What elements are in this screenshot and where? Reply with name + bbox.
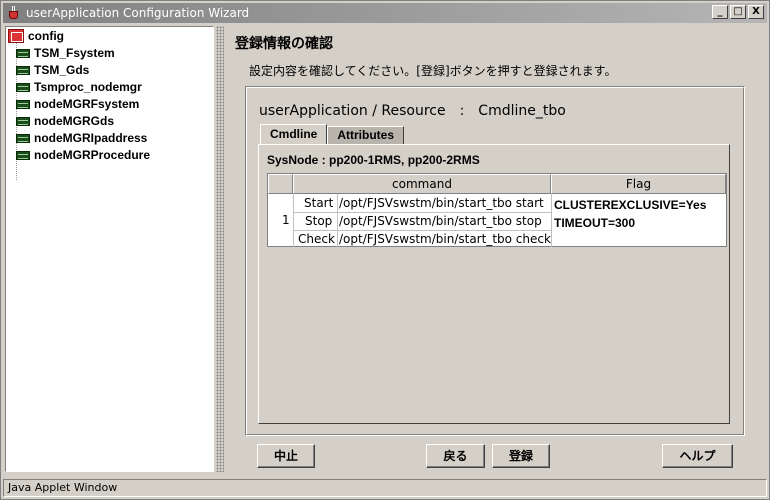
tree-item-label: nodeMGRIpaddress [34, 131, 148, 145]
tree-item-label: nodeMGRFsystem [34, 97, 140, 111]
command-table: command Flag 1 Start /opt/FJSVswstm/bin/… [267, 173, 727, 247]
table-cell-flag[interactable]: CLUSTEREXCLUSIVE=Yes [554, 197, 706, 213]
register-button[interactable]: 登録 [492, 444, 550, 468]
table-cell-command[interactable]: /opt/FJSVswstm/bin/start_tbo start [339, 195, 544, 211]
tree-item-nodemgripaddress[interactable]: nodeMGRIpaddress [16, 130, 147, 146]
resource-icon [16, 150, 30, 160]
tree-item-label: TSM_Gds [34, 63, 90, 77]
resource-icon [16, 65, 30, 75]
tree-root-label: config [28, 29, 64, 43]
tree-item-tsmproc-nodemgr[interactable]: Tsmproc_nodemgr [16, 79, 142, 95]
tree-item-tsm-fsystem[interactable]: TSM_Fsystem [16, 45, 115, 61]
resource-icon [16, 99, 30, 109]
window-title: userApplication Configuration Wizard [26, 6, 250, 20]
resource-panel: userApplication / Resource : Cmdline_tbo… [245, 86, 745, 436]
table-cell-type[interactable]: Check [298, 231, 335, 247]
resource-icon [16, 82, 30, 92]
config-tree: config TSM_Fsystem TSM_Gds Tsmproc_nodem… [5, 26, 214, 472]
maximize-button[interactable]: □ [730, 5, 746, 19]
resource-title: userApplication / Resource : Cmdline_tbo [259, 103, 566, 119]
sysnode-label: SysNode : pp200-1RMS, pp200-2RMS [267, 153, 480, 167]
minimize-button[interactable]: _ [712, 5, 728, 19]
table-header-index[interactable] [268, 174, 293, 194]
split-pane-divider[interactable] [216, 26, 224, 472]
tree-item-nodemgrfsystem[interactable]: nodeMGRFsystem [16, 96, 139, 112]
instruction-text: 設定内容を確認してください。[登録]ボタンを押すと登録されます。 [249, 64, 617, 78]
java-cup-icon [7, 6, 21, 20]
tree-item-label: TSM_Fsystem [34, 46, 115, 60]
table-cell-command[interactable]: /opt/FJSVswstm/bin/start_tbo check [339, 231, 551, 247]
table-cell-flag[interactable]: TIMEOUT=300 [554, 215, 635, 231]
tree-item-tsm-gds[interactable]: TSM_Gds [16, 62, 89, 78]
row-number: 1 [282, 213, 290, 227]
resource-icon [16, 48, 30, 58]
table-cell-command[interactable]: /opt/FJSVswstm/bin/start_tbo stop [339, 213, 542, 229]
back-button[interactable]: 戻る [426, 444, 485, 468]
page-title: 登録情報の確認 [235, 36, 333, 52]
title-bar: userApplication Configuration Wizard _ □… [3, 3, 767, 23]
table-cell-type[interactable]: Start [304, 195, 333, 211]
tab-cmdline[interactable]: Cmdline [260, 124, 328, 144]
cancel-button[interactable]: 中止 [257, 444, 315, 468]
tree-root-config[interactable]: config [8, 29, 64, 43]
resource-icon [16, 116, 30, 126]
table-header-flag[interactable]: Flag [551, 174, 726, 194]
help-button[interactable]: ヘルプ [662, 444, 733, 468]
table-cell-type[interactable]: Stop [305, 213, 332, 229]
tree-item-label: Tsmproc_nodemgr [34, 80, 142, 94]
main-panel: 登録情報の確認 設定内容を確認してください。[登録]ボタンを押すと登録されます。… [225, 26, 767, 472]
tree-item-nodemgrprocedure[interactable]: nodeMGRProcedure [16, 147, 150, 163]
tab-bar: Cmdline Attributes [260, 124, 405, 144]
status-bar: Java Applet Window [3, 479, 767, 497]
tree-item-label: nodeMGRProcedure [34, 148, 151, 162]
cmdline-tab-panel: SysNode : pp200-1RMS, pp200-2RMS command… [258, 144, 730, 424]
tree-item-label: nodeMGRGds [34, 114, 114, 128]
close-button[interactable]: X [748, 5, 764, 19]
table-header-command[interactable]: command [293, 174, 551, 194]
app-window: userApplication Configuration Wizard _ □… [0, 0, 770, 500]
tab-attributes[interactable]: Attributes [327, 126, 405, 144]
config-icon [8, 29, 24, 43]
tree-item-nodemgrgds[interactable]: nodeMGRGds [16, 113, 114, 129]
resource-icon [16, 133, 30, 143]
